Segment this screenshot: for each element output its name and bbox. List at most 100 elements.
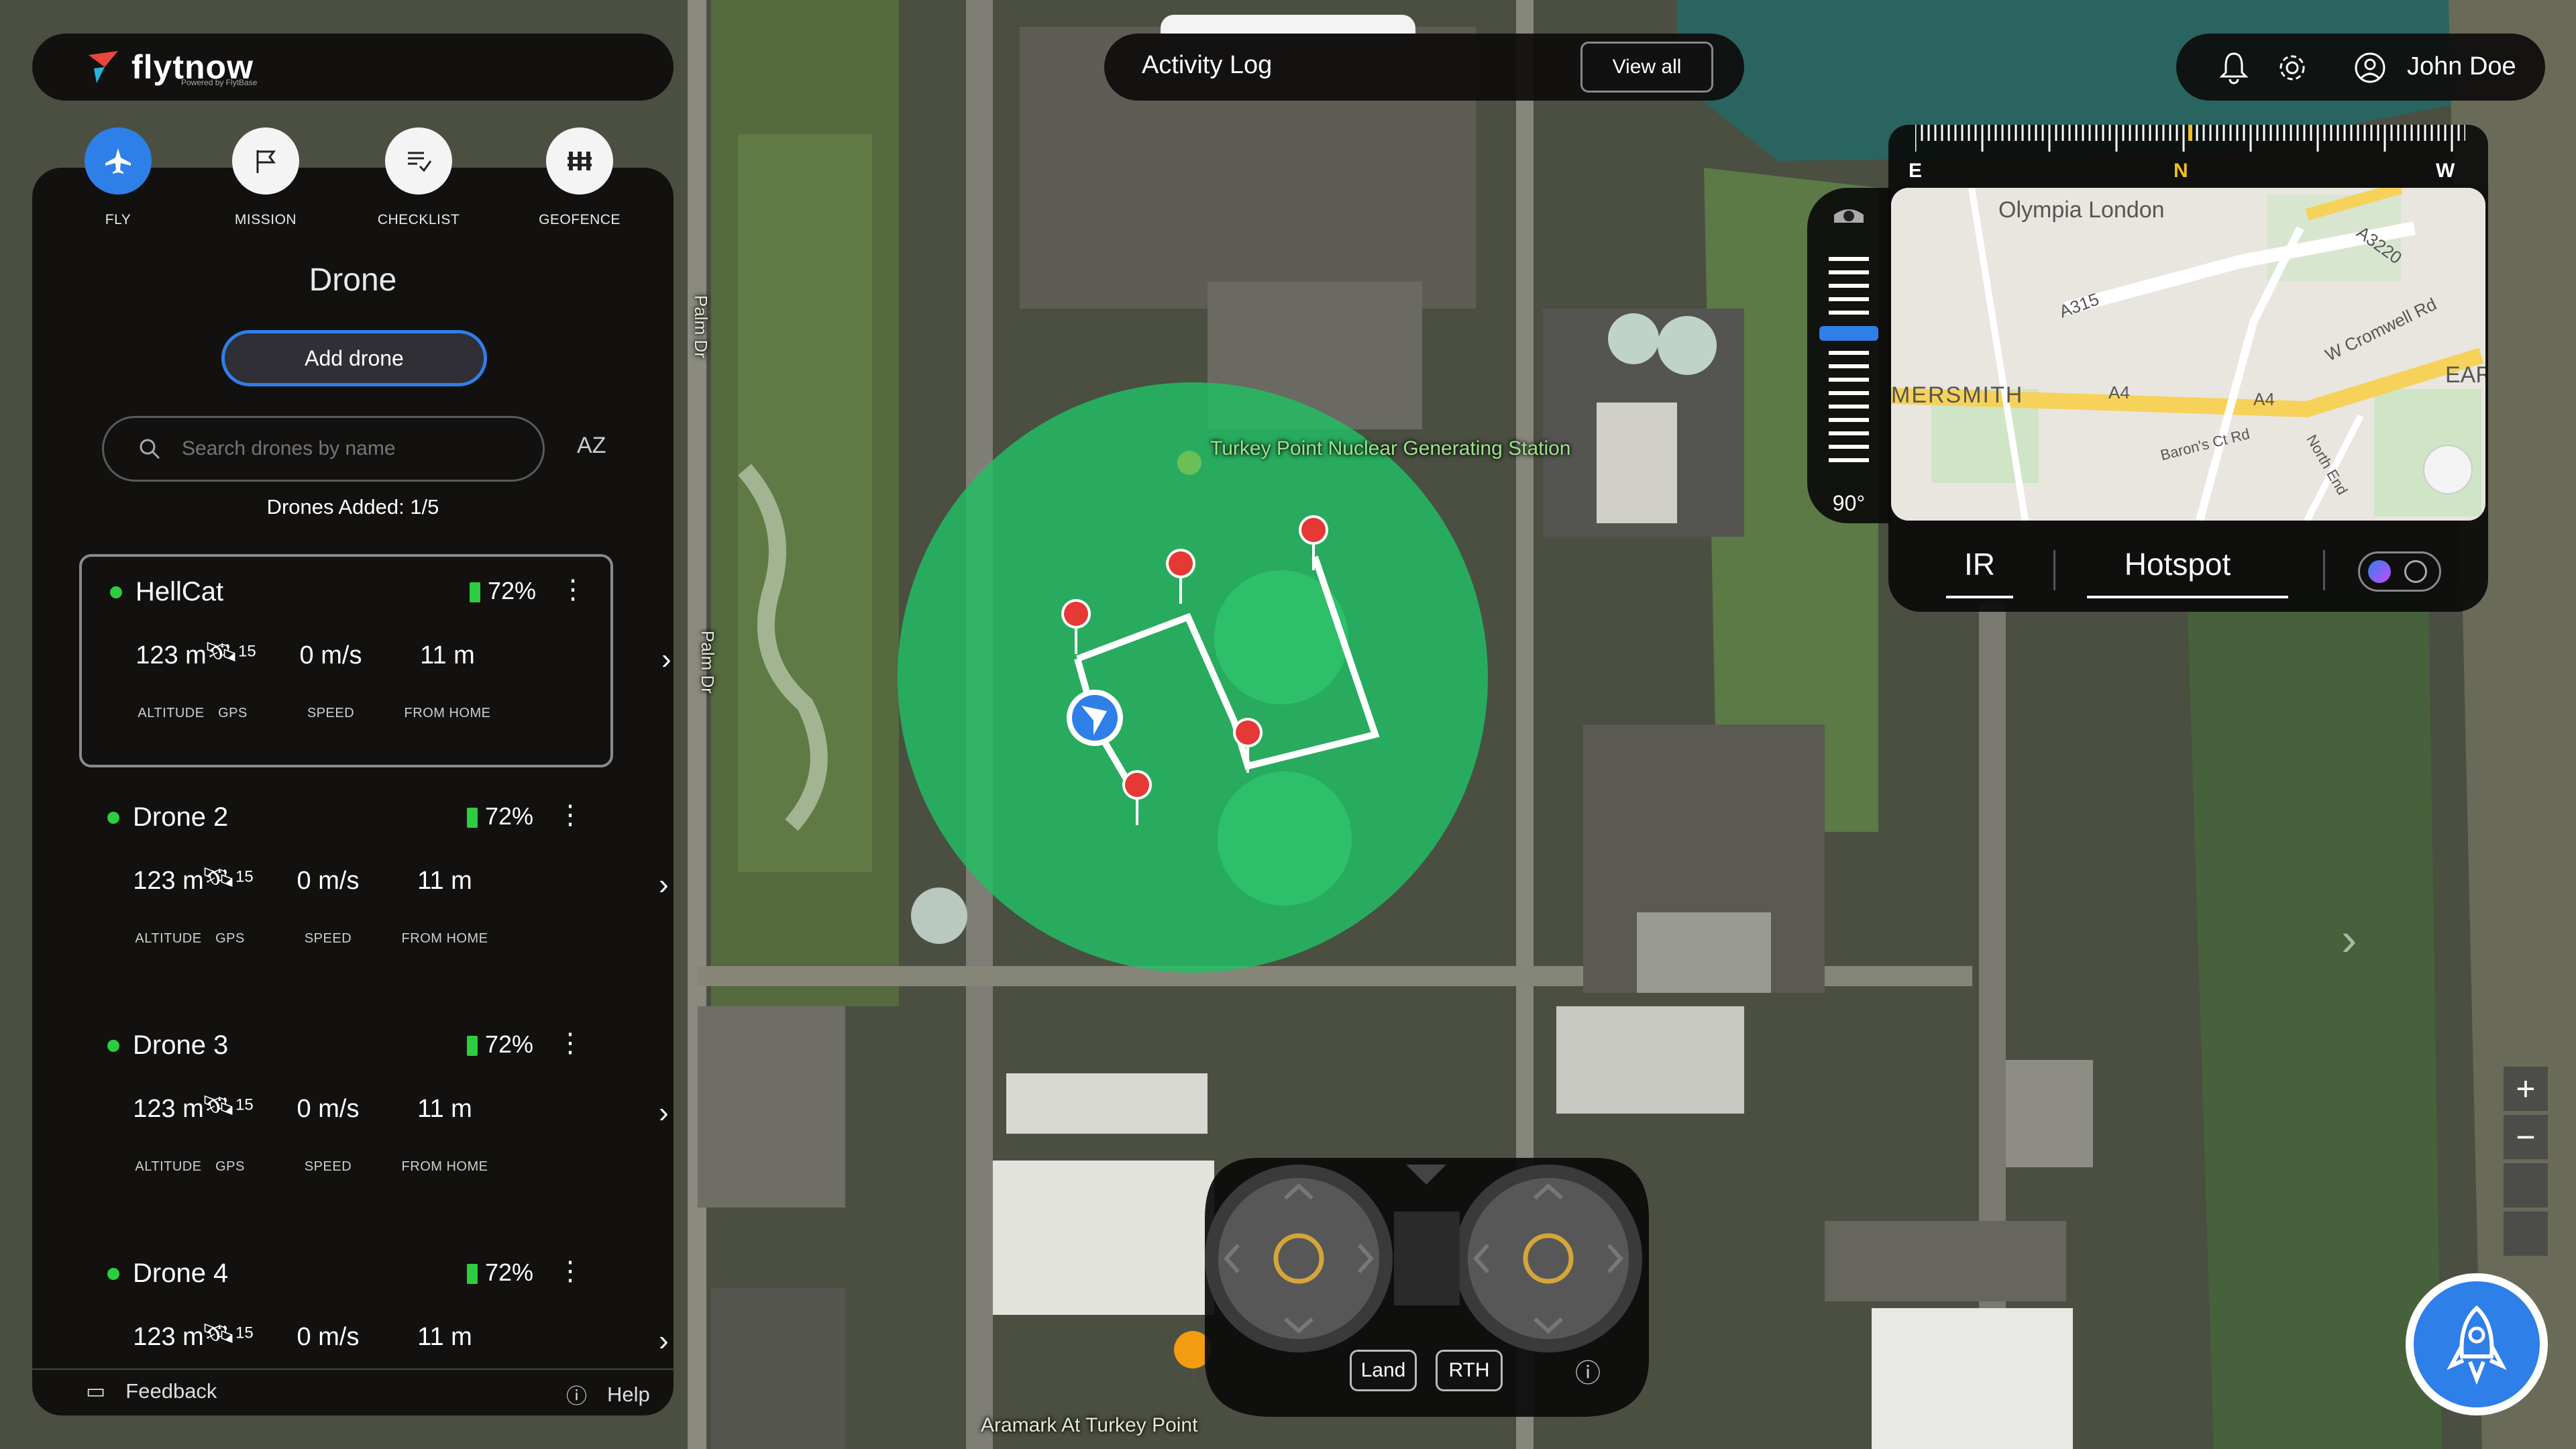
- divider: [2323, 550, 2325, 590]
- zoom-out-button[interactable]: −: [2504, 1115, 2548, 1159]
- map-layer-button[interactable]: [2504, 1163, 2548, 1208]
- map-label: EAR: [2445, 362, 2485, 388]
- tab-fly[interactable]: FLY: [51, 127, 185, 228]
- drone-card-drone-4[interactable]: Drone 4 72% ⋮ 123 m 🛰15 0 m/s 11 m ›: [79, 1238, 669, 1379]
- rth-button[interactable]: RTH: [1436, 1350, 1503, 1391]
- poi-label: Aramark At Turkey Point: [981, 1414, 1198, 1436]
- tab-label: MISSION: [234, 212, 297, 227]
- battery-level: 72%: [488, 577, 537, 604]
- compass-east: E: [1909, 160, 1923, 182]
- compass-ticks: [1915, 125, 2465, 152]
- camera-mode-tabs: IR Hotspot: [1888, 527, 2488, 612]
- land-button[interactable]: Land: [1350, 1350, 1417, 1391]
- overlay-toggle[interactable]: [2358, 551, 2441, 592]
- feedback-link[interactable]: ▭ Feedback: [86, 1379, 217, 1403]
- bell-icon[interactable]: [2218, 51, 2250, 88]
- search-drones-field[interactable]: [102, 416, 545, 482]
- gps-label: GPS: [215, 931, 245, 946]
- drone-card-drone-3[interactable]: Drone 3 72% ⋮ 123 m 🛰15 0 m/s 11 m ALTIT…: [79, 1010, 669, 1224]
- chevron-right-icon[interactable]: ›: [659, 1096, 669, 1130]
- minimap[interactable]: Olympia London A3220 A315 MERSMITH A4 A4…: [1891, 188, 2485, 521]
- view-all-button[interactable]: View all: [1580, 42, 1713, 93]
- more-options-icon[interactable]: ⋮: [557, 1028, 584, 1059]
- gear-icon[interactable]: [2275, 51, 2309, 88]
- home-distance-value: 11 m: [417, 1095, 472, 1123]
- drone-name: Drone 2: [133, 802, 229, 832]
- home-distance-value: 11 m: [420, 641, 475, 669]
- sort-az-button[interactable]: AZ: [577, 433, 606, 459]
- drone-position-icon: [1067, 690, 1123, 746]
- launch-button[interactable]: [2406, 1273, 2548, 1415]
- home-distance-value: 11 m: [417, 867, 472, 895]
- mode-tabs: FLY MISSION CHECKLIST GEOFENCE: [32, 127, 623, 235]
- home-label: FROM HOME: [401, 931, 488, 946]
- chevron-right-icon[interactable]: ›: [661, 643, 672, 676]
- compass-north: N: [2174, 160, 2188, 182]
- map-layer-button[interactable]: [2504, 1212, 2548, 1256]
- gps-label: GPS: [215, 1159, 245, 1174]
- zoom-in-button[interactable]: +: [2504, 1067, 2548, 1111]
- user-avatar-icon[interactable]: [2353, 51, 2387, 88]
- more-options-icon[interactable]: ⋮: [557, 800, 584, 830]
- gps-indicator: 🛰15: [173, 636, 287, 667]
- joystick-controller: Land RTH ⓘ: [1205, 1158, 1649, 1417]
- plane-icon: [85, 127, 152, 195]
- gimbal-slider[interactable]: [1807, 188, 1890, 483]
- gps-indicator: 🛰15: [170, 1089, 284, 1121]
- tab-geofence[interactable]: GEOFENCE: [513, 127, 647, 228]
- tab-hotspot[interactable]: Hotspot: [2087, 546, 2268, 582]
- user-name[interactable]: John Doe: [2407, 52, 2516, 81]
- satellite-icon: 🛰: [204, 637, 239, 667]
- home-label: FROM HOME: [401, 1159, 488, 1174]
- gimbal-angle: 90°: [1832, 491, 1866, 515]
- geofence-icon: [546, 127, 613, 195]
- share-icon: [2423, 445, 2473, 494]
- drone-name: HellCat: [136, 577, 224, 606]
- tab-underline: [2087, 596, 2288, 598]
- zoom-controls: + −: [2504, 1067, 2548, 1260]
- satellite-icon: 🛰: [201, 863, 236, 892]
- speed-value: 0 m/s: [299, 641, 362, 669]
- tab-checklist[interactable]: CHECKLIST: [352, 127, 486, 228]
- speed-label: SPEED: [307, 706, 355, 720]
- speed-label: SPEED: [304, 1159, 352, 1174]
- home-label: FROM HOME: [404, 706, 491, 720]
- drone-card-hellcat[interactable]: HellCat 72% ⋮ 123 m 🛰15 0 m/s 11 m ALTIT…: [79, 554, 672, 767]
- speed-value: 0 m/s: [297, 1323, 360, 1351]
- search-input[interactable]: [182, 437, 504, 460]
- info-icon[interactable]: ⓘ: [1575, 1352, 1601, 1389]
- gps-count: 15: [238, 642, 256, 661]
- chevron-right-icon[interactable]: ›: [659, 868, 669, 902]
- tab-mission[interactable]: MISSION: [199, 127, 333, 228]
- drone-card-drone-2[interactable]: Drone 2 72% ⋮ 123 m 🛰15 0 m/s 11 m ALTIT…: [79, 782, 669, 996]
- map-pan-right-icon[interactable]: ›: [2341, 912, 2357, 966]
- battery-icon: [470, 582, 480, 602]
- checklist-icon: [385, 127, 452, 195]
- gps-count: 15: [235, 1095, 254, 1114]
- left-joystick: [1205, 1165, 1393, 1352]
- help-link[interactable]: ⓘ Help: [566, 1379, 650, 1409]
- tab-ir[interactable]: IR: [1953, 546, 2006, 582]
- speed-value: 0 m/s: [297, 867, 360, 895]
- compass-west: W: [2436, 160, 2455, 182]
- more-options-icon[interactable]: ⋮: [559, 574, 586, 605]
- tab-label: FLY: [105, 212, 131, 227]
- speed-label: SPEED: [304, 931, 352, 946]
- logo-subtitle: Powered by FlytBase: [181, 78, 258, 87]
- map-label: MERSMITH: [1891, 382, 2024, 408]
- chevron-right-icon[interactable]: ›: [659, 1324, 669, 1358]
- poi-label: Turkey Point Nuclear Generating Station: [1210, 437, 1571, 460]
- tab-underline: [1946, 596, 2013, 598]
- road-label: Palm Dr: [691, 295, 711, 358]
- more-options-icon[interactable]: ⋮: [557, 1256, 584, 1287]
- activity-log-handle[interactable]: [1161, 15, 1415, 34]
- help-icon: ⓘ: [566, 1385, 587, 1408]
- drone-name: Drone 3: [133, 1030, 229, 1060]
- add-drone-button[interactable]: Add drone: [221, 330, 487, 386]
- activity-log-bar: Activity Log View all: [1104, 34, 1744, 101]
- feedback-label: Feedback: [125, 1379, 217, 1403]
- speed-value: 0 m/s: [297, 1095, 360, 1123]
- tab-label: GEOFENCE: [539, 212, 621, 227]
- gimbal-control[interactable]: 90°: [1807, 188, 1890, 523]
- toggle-off-indicator: [2404, 560, 2427, 583]
